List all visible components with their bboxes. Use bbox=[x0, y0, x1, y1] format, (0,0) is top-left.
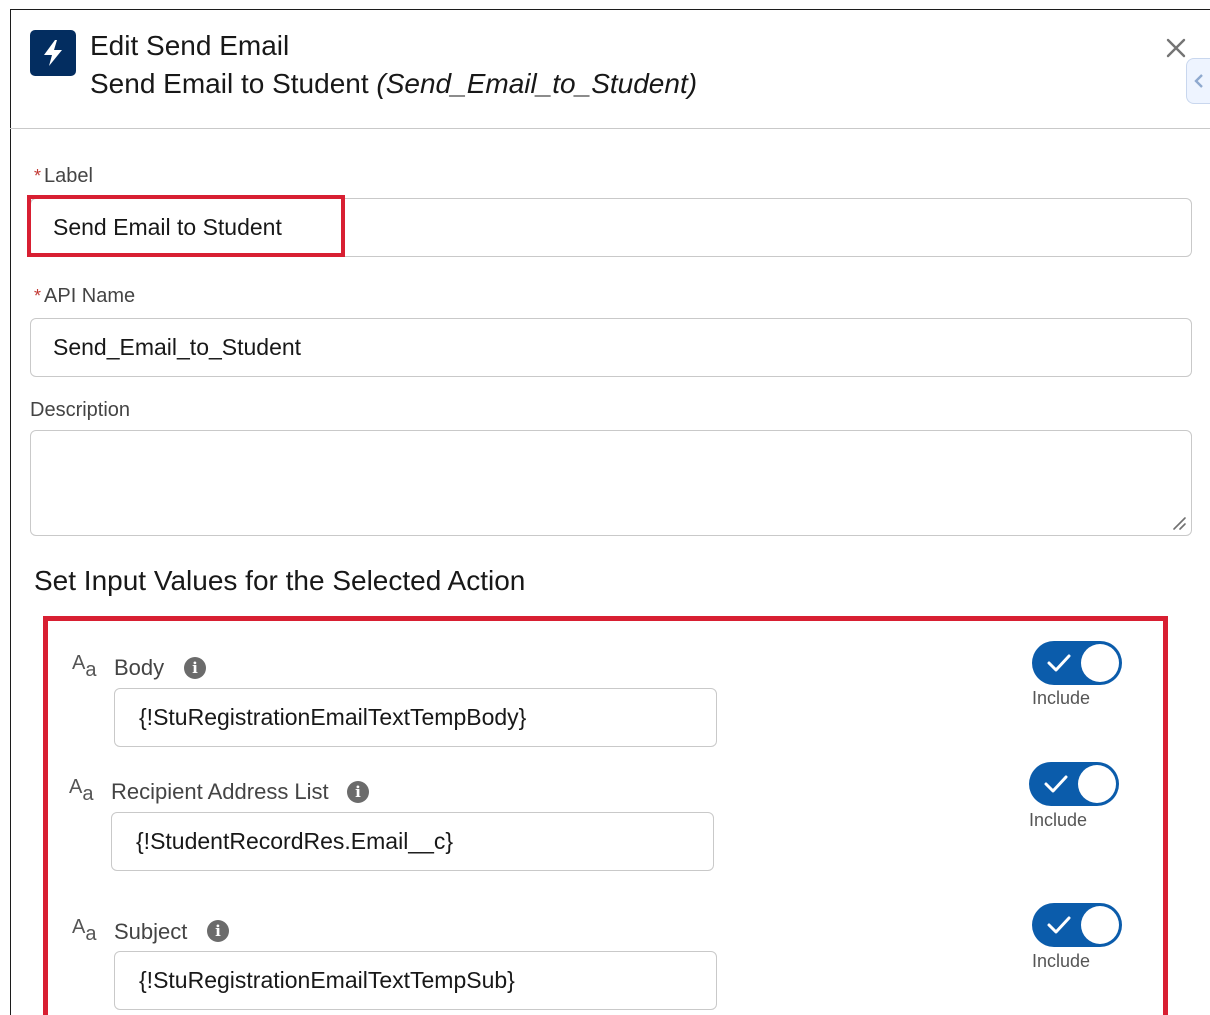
api-name-field-label: * API Name bbox=[34, 285, 135, 308]
modal-title: Edit Send Email bbox=[90, 30, 290, 61]
close-icon bbox=[1166, 38, 1186, 58]
subtitle-label: Send Email to Student bbox=[90, 68, 369, 99]
resize-grip-icon[interactable] bbox=[1171, 515, 1187, 531]
param-input-value: {!StudentRecordRes.Email__c} bbox=[136, 828, 454, 854]
toggle-knob bbox=[1081, 906, 1119, 944]
param-input-body[interactable]: {!StuRegistrationEmailTextTempBody} bbox=[114, 688, 717, 747]
type-icon-small-letter: a bbox=[85, 659, 97, 681]
lightning-bolt-icon bbox=[30, 30, 76, 76]
chevron-left-icon bbox=[1194, 74, 1203, 88]
checkmark-icon bbox=[1047, 916, 1071, 934]
panel-collapse-tab[interactable] bbox=[1186, 58, 1210, 104]
required-marker: * bbox=[34, 286, 42, 306]
param-label-subject: Subject bbox=[114, 919, 188, 944]
param-input-value: {!StuRegistrationEmailTextTempSub} bbox=[139, 967, 515, 993]
type-icon-small-letter: a bbox=[85, 923, 97, 945]
text-type-icon: Aa bbox=[72, 652, 96, 682]
api-name-input-value: Send_Email_to_Student bbox=[53, 334, 302, 360]
label-field-label-text: Label bbox=[44, 165, 93, 187]
type-icon-small-letter: a bbox=[82, 783, 94, 805]
param-input-value: {!StuRegistrationEmailTextTempBody} bbox=[139, 704, 527, 730]
toggle-knob bbox=[1081, 644, 1119, 682]
subtitle-api-name: (Send_Email_to_Student) bbox=[376, 68, 698, 99]
type-icon-big-letter: A bbox=[72, 916, 86, 938]
param-input-subject[interactable]: {!StuRegistrationEmailTextTempSub} bbox=[114, 951, 717, 1010]
include-toggle-recipient-address-list[interactable] bbox=[1029, 762, 1119, 806]
info-icon[interactable]: i bbox=[347, 781, 369, 803]
description-textarea[interactable] bbox=[30, 430, 1192, 536]
include-label: Include bbox=[1032, 688, 1091, 708]
toggle-knob bbox=[1078, 765, 1116, 803]
description-label: Description bbox=[30, 399, 131, 421]
api-name-field-label-text: API Name bbox=[44, 285, 136, 307]
include-label: Include bbox=[1032, 951, 1091, 971]
info-icon[interactable]: i bbox=[207, 920, 229, 942]
param-label-body: Body bbox=[114, 655, 165, 680]
param-label-recipient-address-list: Recipient Address List bbox=[111, 779, 329, 804]
checkmark-icon bbox=[1047, 654, 1071, 672]
text-type-icon: Aa bbox=[72, 916, 96, 946]
include-toggle-subject[interactable] bbox=[1032, 903, 1122, 947]
label-highlight-box bbox=[27, 195, 345, 257]
close-button[interactable] bbox=[1160, 32, 1192, 64]
type-icon-big-letter: A bbox=[69, 776, 83, 798]
info-icon[interactable]: i bbox=[184, 657, 206, 679]
text-type-icon: Aa bbox=[69, 776, 93, 806]
include-toggle-body[interactable] bbox=[1032, 641, 1122, 685]
label-field-label: * Label bbox=[34, 165, 93, 188]
modal-subtitle: Send Email to Student (Send_Email_to_Stu… bbox=[90, 68, 697, 100]
param-input-recipient-address-list[interactable]: {!StudentRecordRes.Email__c} bbox=[111, 812, 714, 871]
type-icon-big-letter: A bbox=[72, 652, 86, 674]
include-label: Include bbox=[1029, 810, 1088, 830]
api-name-input[interactable]: Send_Email_to_Student bbox=[30, 318, 1192, 377]
required-marker: * bbox=[34, 166, 42, 186]
checkmark-icon bbox=[1044, 775, 1068, 793]
section-title: Set Input Values for the Selected Action bbox=[34, 565, 526, 596]
